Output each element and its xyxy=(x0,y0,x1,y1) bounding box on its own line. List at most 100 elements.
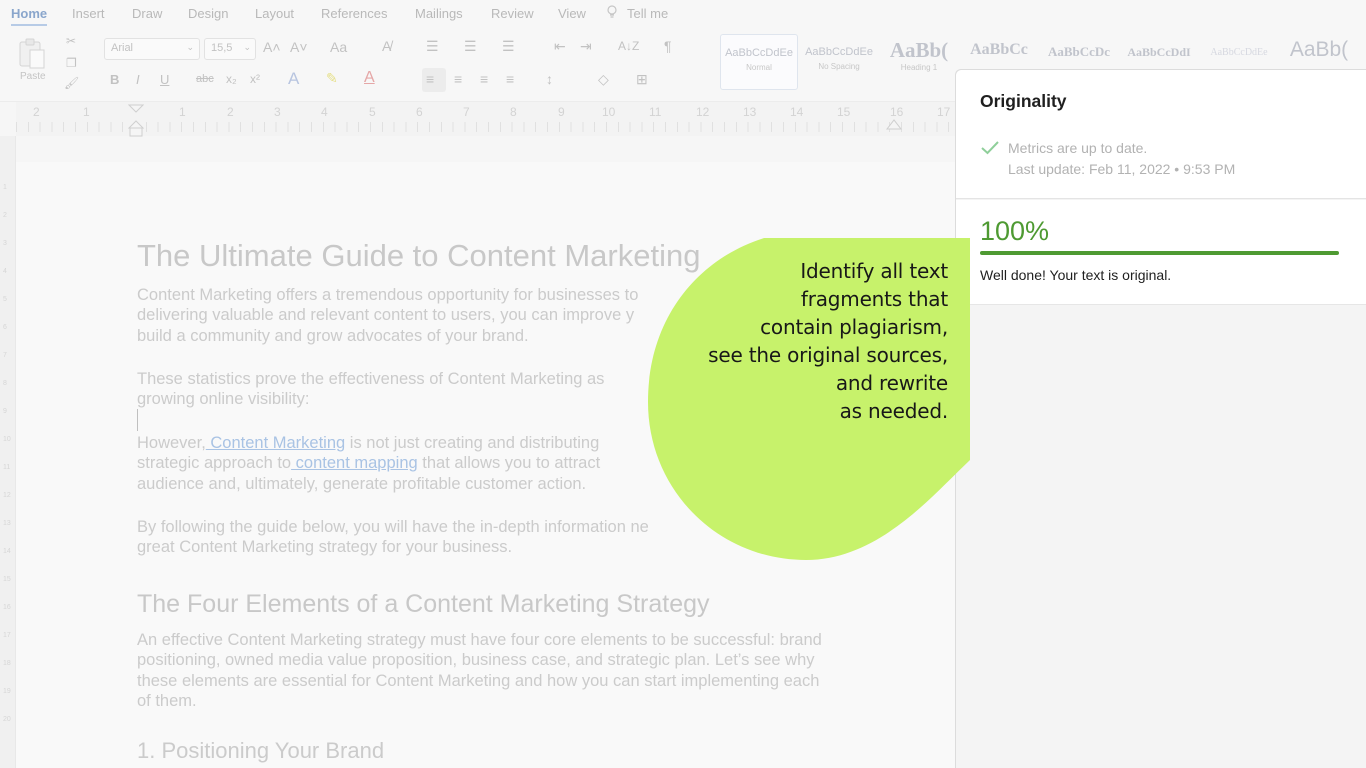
ruler-number: 14 xyxy=(3,548,11,555)
chevron-down-icon: ⌄ xyxy=(186,42,194,52)
tab-references[interactable]: References xyxy=(321,6,387,21)
subsection-heading[interactable]: 1. Positioning Your Brand xyxy=(137,738,384,764)
tab-mailings[interactable]: Mailings xyxy=(415,6,463,21)
callout-line: as needed. xyxy=(839,399,949,423)
style-normal[interactable]: AaBbCcDdEe Normal xyxy=(720,34,798,90)
ruler-number: 16 xyxy=(3,604,11,611)
style-sample: AaBbCcDdEe xyxy=(1210,47,1268,58)
bold-button[interactable]: B xyxy=(110,72,119,87)
underline-button[interactable]: U xyxy=(160,72,169,87)
shrink-font-button[interactable]: A˅ xyxy=(290,39,308,55)
content-marketing-link[interactable]: Content Marketing xyxy=(206,434,345,452)
ruler-number: 2 xyxy=(33,105,40,119)
align-right-icon[interactable]: ≡ xyxy=(480,71,488,87)
copy-icon[interactable]: ❐ xyxy=(66,56,77,70)
tab-draw[interactable]: Draw xyxy=(132,6,162,21)
text-effects-icon[interactable]: A xyxy=(288,69,299,89)
document-paragraph-5[interactable]: An effective Content Marketing strategy … xyxy=(137,630,897,712)
tab-view[interactable]: View xyxy=(558,6,586,21)
section-heading[interactable]: The Four Elements of a Content Marketing… xyxy=(137,590,710,619)
chevron-down-icon: ⌄ xyxy=(243,42,251,52)
originality-message: Well done! Your text is original. xyxy=(980,267,1172,283)
originality-score: 100% xyxy=(980,216,1050,246)
style-no-spacing[interactable]: AaBbCcDdEe No Spacing xyxy=(800,34,878,90)
panel-title: Originality xyxy=(980,91,1067,111)
tab-design[interactable]: Design xyxy=(188,6,228,21)
checkmark-icon xyxy=(981,141,999,155)
ruler-number: 2 xyxy=(227,105,234,119)
numbering-icon[interactable]: ☰ xyxy=(464,38,477,55)
content-mapping-link[interactable]: content mapping xyxy=(291,454,418,472)
tell-me-search[interactable]: Tell me xyxy=(627,6,668,21)
paste-icon[interactable] xyxy=(16,38,48,70)
callout-line: fragments that xyxy=(800,287,948,311)
sort-button[interactable]: A↓Z xyxy=(618,39,639,53)
font-color-icon[interactable]: A xyxy=(364,69,375,87)
document-title[interactable]: The Ultimate Guide to Content Marketing xyxy=(137,238,700,274)
align-center-icon[interactable]: ≡ xyxy=(454,71,462,87)
ruler-number: 15 xyxy=(837,105,851,119)
tab-home[interactable]: Home xyxy=(11,6,48,26)
ruler-number: 1 xyxy=(179,105,186,119)
style-sample: AaBbCcDdI xyxy=(1127,45,1191,59)
justify-icon[interactable]: ≡ xyxy=(506,71,514,87)
tab-review[interactable]: Review xyxy=(491,6,534,21)
ruler-number: 17 xyxy=(937,105,951,119)
lightbulb-icon[interactable] xyxy=(606,5,618,19)
borders-icon[interactable]: ⊞ xyxy=(636,71,648,88)
strikethrough-button[interactable]: abc xyxy=(196,73,214,85)
text-line: An effective Content Marketing strategy … xyxy=(137,631,822,649)
ruler-number: 8 xyxy=(3,380,7,387)
clear-formatting-icon[interactable]: A̸ xyxy=(382,38,391,54)
ruler-number: 1 xyxy=(3,184,7,191)
vertical-ruler[interactable]: 1 2 3 4 5 6 7 8 9 10 11 12 13 14 15 16 1… xyxy=(0,136,16,768)
tab-layout[interactable]: Layout xyxy=(255,6,294,21)
ruler-number: 10 xyxy=(602,105,616,119)
font-size-select[interactable]: 15,5 ⌄ xyxy=(204,38,256,60)
style-sample: AaBbCcDdEe xyxy=(805,46,873,58)
superscript-button[interactable]: x² xyxy=(250,72,260,86)
tab-insert[interactable]: Insert xyxy=(72,6,105,21)
shading-icon[interactable]: ◇ xyxy=(598,71,609,88)
ruler-number: 19 xyxy=(3,688,11,695)
increase-indent-icon[interactable]: ⇥ xyxy=(580,38,592,55)
ruler-number: 20 xyxy=(3,716,11,723)
style-heading-1[interactable]: AaBb( Heading 1 xyxy=(880,34,958,90)
format-painter-icon[interactable]: 🖌 xyxy=(64,76,79,90)
right-indent-marker-icon[interactable] xyxy=(886,118,902,130)
font-size-value: 15,5 xyxy=(211,42,233,54)
callout-line: see the original sources, xyxy=(708,343,948,367)
originality-progress-bar xyxy=(980,251,1339,255)
ruler-number: 12 xyxy=(3,492,11,499)
cut-icon[interactable]: ✂ xyxy=(66,34,76,48)
ruler-number: 3 xyxy=(3,240,7,247)
originality-score-card: 100% Well done! Your text is original. xyxy=(956,200,1366,305)
decrease-indent-icon[interactable]: ⇤ xyxy=(554,38,566,55)
style-name: No Spacing xyxy=(818,62,860,71)
style-sample: AaBbCc xyxy=(970,41,1028,58)
change-case-button[interactable]: Aa xyxy=(330,39,347,55)
ruler-number: 16 xyxy=(890,105,904,119)
style-sample: AaBbCcDdEe xyxy=(725,47,793,59)
line-spacing-icon[interactable]: ↕ xyxy=(546,71,553,87)
multilevel-list-icon[interactable]: ☰ xyxy=(502,38,515,55)
text-line: of them. xyxy=(137,692,197,711)
subscript-button[interactable]: x₂ xyxy=(226,72,237,86)
highlight-icon[interactable]: ✎ xyxy=(326,70,338,87)
show-formatting-button[interactable]: ¶ xyxy=(664,38,672,54)
indent-marker-icon[interactable] xyxy=(128,104,144,138)
paste-label: Paste xyxy=(20,71,46,82)
italic-button[interactable]: I xyxy=(136,72,140,87)
font-name-select[interactable]: Arial ⌄ xyxy=(104,38,200,60)
bullets-icon[interactable]: ☰ xyxy=(426,38,439,55)
ruler-number: 7 xyxy=(463,105,470,119)
ruler-number: 15 xyxy=(3,576,11,583)
ruler-number: 5 xyxy=(3,296,7,303)
originality-progress-fill xyxy=(980,251,1339,255)
text-span: is not just creating and distributing xyxy=(345,434,600,452)
callout-text: Identify all text fragments that contain… xyxy=(618,257,948,425)
style-name: Heading 1 xyxy=(900,63,938,72)
ruler-number: 6 xyxy=(416,105,423,119)
grow-font-button[interactable]: A˄ xyxy=(263,39,281,55)
ruler-number: 11 xyxy=(3,464,11,471)
